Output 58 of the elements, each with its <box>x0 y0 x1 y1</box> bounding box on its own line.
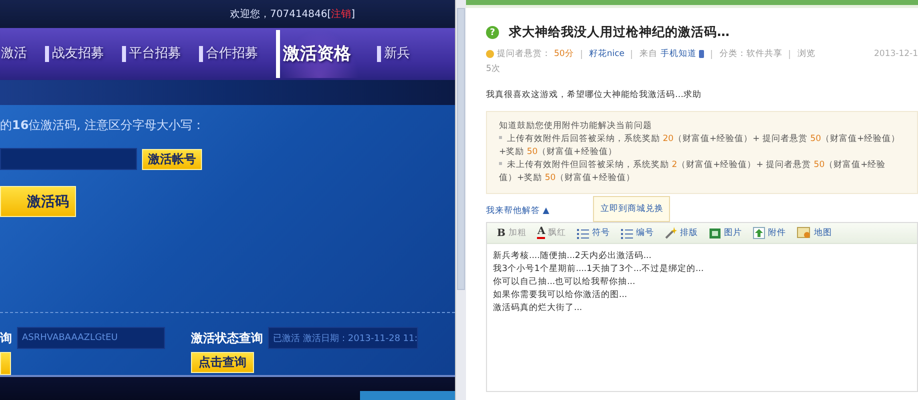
notice-item: 未上传有效附件但回答被采纳，系统奖励 2（财富值+经验值）+ 提问者悬赏 50（财富值+经验值）+奖励 50（财富值+经验值） <box>499 159 887 185</box>
answer-text-line: 你可以自己抽...也可以给我帮你抽... <box>493 276 636 289</box>
answer-toggle-link[interactable]: 我来帮他解答 ▲ <box>486 205 550 217</box>
toolbar-button[interactable]: 编号 <box>621 227 654 239</box>
tooltip: 立即到商城兑换 <box>593 196 670 222</box>
answer-text-line: 我3个小号1个星期前....1天抽了3个...不过是绑定的... <box>493 263 705 276</box>
scrollbar[interactable] <box>455 0 466 400</box>
reward-value: 50分 <box>554 48 574 60</box>
welcome-text: 欢迎您，707414846[注销] <box>230 8 356 21</box>
query-button[interactable] <box>0 352 11 375</box>
answer-editor[interactable]: B 加粗 A 飘红 符号 编号 排版 图片 附件 地图 新兵考核....随便抽...2天内必出激活码... 我3个小号1个星期前....1天抽了3个...不过是绑定的... 你可以自己抽...也可以给我帮你抽... 如果你需要我可以给你激活的图... 激活码真的烂大街了... <box>486 222 918 392</box>
list-icon <box>577 228 590 238</box>
status-field: 已激活 激活日期：2013-11-28 11: <box>268 327 418 349</box>
question-title: 求大神给我没人用过枪神纪的激活码… <box>509 24 730 41</box>
toolbar-button[interactable]: 符号 <box>577 227 610 239</box>
nav-tab[interactable]: 平台招募 <box>122 46 181 62</box>
toolbar-button[interactable]: A 飘红 <box>537 227 566 239</box>
category-text: 分类：软件共享 <box>719 48 782 60</box>
notice-heading: 知道鼓励您使用附件功能解决当前问题 <box>499 120 653 133</box>
activate-account-button[interactable]: 激活帐号 <box>142 148 202 170</box>
code-input-field[interactable] <box>0 148 137 170</box>
nav-tab[interactable]: 合作招募 <box>199 46 258 62</box>
toolbar-button[interactable]: 排版 <box>665 227 698 239</box>
magic-wand-icon <box>665 227 678 239</box>
nav-tab[interactable]: 激活 <box>0 46 27 62</box>
toolbar-button[interactable]: 附件 <box>753 227 786 239</box>
toolbar-button[interactable]: B 加粗 <box>497 227 526 239</box>
status-query-label: 激活状态查询 <box>191 330 263 346</box>
question-body: 我真很喜欢这游戏，希望哪位大神能给我激活码…求助 <box>486 89 702 101</box>
map-icon <box>797 227 812 239</box>
get-code-button[interactable]: 激活码 <box>0 186 76 217</box>
phone-icon <box>699 50 704 58</box>
notice-item: 上传有效附件后回答被采纳，系统奖励 20（财富值+经验值）+ 提问者悬赏 50（财富值+经验值）+奖励 50（财富值+经验值） <box>499 133 902 159</box>
date-text: 2013-12-1 <box>874 49 918 59</box>
answer-text-line: 激活码真的烂大街了... <box>493 302 584 315</box>
bold-icon: B <box>497 228 506 238</box>
query-label: 询 <box>0 330 12 346</box>
toolbar-button[interactable]: 地图 <box>797 227 832 239</box>
upload-icon <box>753 227 766 239</box>
answer-text-line: 新兵考核....随便抽...2天内必出激活码... <box>493 250 652 263</box>
nav-tab[interactable]: 战友招募 <box>45 46 104 62</box>
instruction-text: 的16位激活码, 注意区分字母大小写： <box>0 117 206 134</box>
reward-label: 提问者悬赏： <box>497 48 551 60</box>
image-icon <box>709 228 722 238</box>
source-label: 来自 <box>639 48 658 60</box>
nav-tab[interactable]: 新兵 <box>377 46 410 62</box>
views-label: 浏览 <box>797 48 816 60</box>
nav-tab[interactable]: 激活资格 <box>276 30 359 78</box>
coin-icon <box>486 50 494 58</box>
views-count: 5次 <box>486 63 502 75</box>
toolbar-button[interactable]: 图片 <box>709 227 742 239</box>
query-button[interactable]: 点击查询 <box>191 352 254 373</box>
source-link[interactable]: 手机知道 <box>660 48 696 60</box>
question-icon: ? <box>486 26 499 39</box>
answer-text-line: 如果你需要我可以给你激活的图... <box>493 289 628 302</box>
list-icon <box>621 228 634 238</box>
code-field[interactable]: ASRHVABAAAZLGtEU <box>17 327 165 349</box>
asker-link[interactable]: 籽花nice <box>588 48 624 60</box>
